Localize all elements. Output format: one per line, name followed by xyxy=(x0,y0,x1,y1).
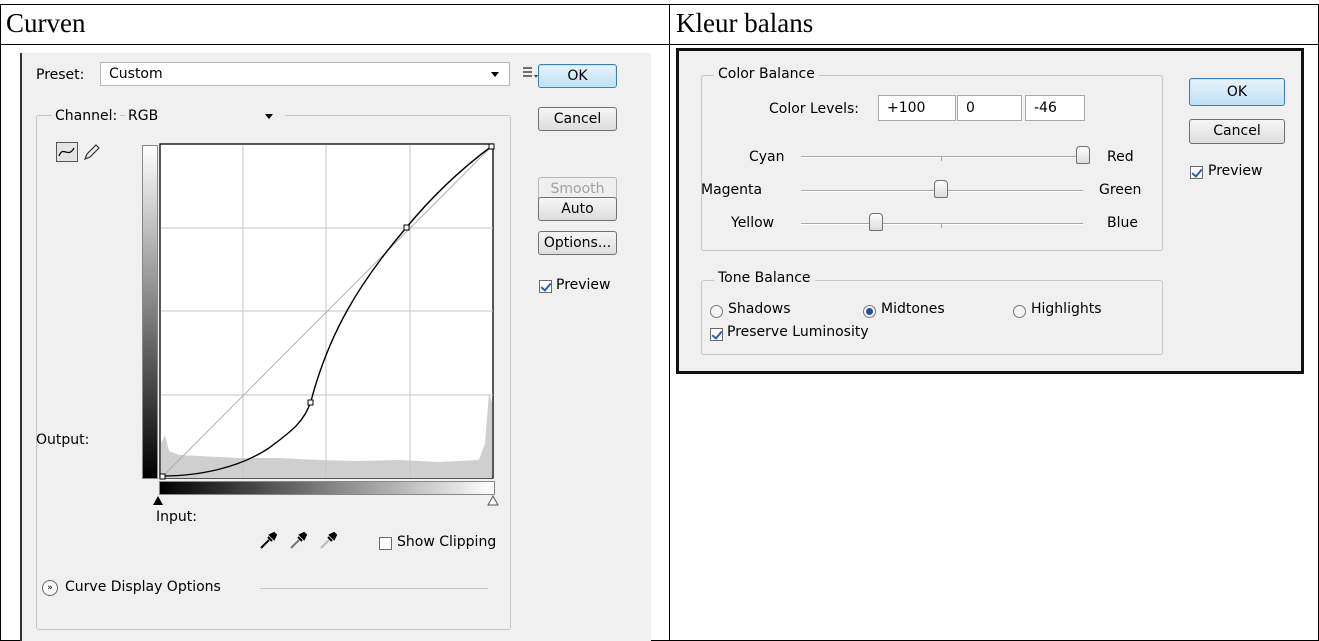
level-input-yellow-blue[interactable]: -46 xyxy=(1025,95,1085,121)
channel-value: RGB xyxy=(128,108,159,124)
radio-shadows[interactable] xyxy=(710,305,723,318)
color-balance-preview-checkbox[interactable] xyxy=(1190,166,1203,179)
pencil-icon[interactable] xyxy=(81,142,101,162)
preset-select[interactable]: Custom xyxy=(100,62,510,86)
white-eyedropper-icon[interactable] xyxy=(318,531,338,551)
slider-magenta-label: Magenta xyxy=(701,182,763,198)
tone-balance-group xyxy=(701,280,1163,355)
color-balance-preview-label: Preview xyxy=(1208,163,1263,179)
channel-label: Channel: xyxy=(52,108,121,124)
curve-point[interactable] xyxy=(307,399,314,406)
radio-midtones[interactable] xyxy=(863,305,876,318)
level-input-cyan-red[interactable]: +100 xyxy=(878,95,956,121)
auto-button[interactable]: Auto xyxy=(538,197,617,221)
preset-menu-icon[interactable] xyxy=(521,65,539,81)
curves-preview-checkbox[interactable] xyxy=(539,280,552,293)
color-levels-label: Color Levels: xyxy=(769,101,859,117)
color-balance-cancel-button[interactable]: Cancel xyxy=(1189,119,1285,144)
gray-eyedropper-icon[interactable] xyxy=(288,531,308,551)
show-clipping-label: Show Clipping xyxy=(397,534,497,550)
preset-label: Preset: xyxy=(36,67,85,83)
curve-graph[interactable] xyxy=(159,143,495,480)
input-label: Input: xyxy=(156,509,197,525)
curves-preview-label: Preview xyxy=(556,277,611,293)
curve-point[interactable] xyxy=(488,143,495,150)
slider-red-label: Red xyxy=(1107,149,1134,165)
radio-highlights[interactable] xyxy=(1013,305,1026,318)
slider-yellow-label: Yellow xyxy=(731,215,775,231)
cyan-red-track[interactable] xyxy=(801,156,1083,158)
magenta-green-slider-thumb[interactable] xyxy=(934,180,948,198)
curves-ok-button[interactable]: OK xyxy=(538,64,617,88)
black-point-slider[interactable] xyxy=(152,495,164,507)
preserve-luminosity-checkbox[interactable] xyxy=(710,328,723,341)
curves-cancel-button[interactable]: Cancel xyxy=(538,107,617,131)
highlights-label: Highlights xyxy=(1031,301,1102,317)
curve-icon xyxy=(58,147,75,157)
preserve-luminosity-label: Preserve Luminosity xyxy=(727,324,869,340)
output-label: Output: xyxy=(36,432,90,448)
cyan-red-slider-thumb[interactable] xyxy=(1076,146,1090,164)
color-balance-group-label: Color Balance xyxy=(714,66,819,82)
table-vertical-divider xyxy=(669,4,670,641)
table-header-divider xyxy=(0,44,1319,45)
yellow-blue-slider-thumb[interactable] xyxy=(869,213,883,231)
input-gradient-bar xyxy=(159,481,495,495)
tone-balance-group-label: Tone Balance xyxy=(714,270,815,286)
channel-select[interactable]: RGB xyxy=(125,105,285,127)
color-balance-column-header: Kleur balans xyxy=(676,8,814,38)
curves-column-header: Curven xyxy=(6,8,86,38)
chevron-down-icon xyxy=(491,72,499,77)
shadows-label: Shadows xyxy=(728,301,791,317)
curve-point-tool-button[interactable] xyxy=(56,142,78,162)
white-point-slider[interactable] xyxy=(487,495,499,507)
expand-chevron-icon[interactable]: » xyxy=(42,580,58,596)
yellow-blue-track[interactable] xyxy=(801,223,1083,225)
curve-display-options-label[interactable]: Curve Display Options xyxy=(65,579,221,595)
curve-display-divider xyxy=(260,588,488,589)
black-eyedropper-icon[interactable] xyxy=(258,531,278,551)
preset-value: Custom xyxy=(109,66,163,82)
midtones-label: Midtones xyxy=(881,301,945,317)
output-gradient-bar xyxy=(142,145,158,479)
options-button[interactable]: Options... xyxy=(538,231,617,255)
slider-blue-label: Blue xyxy=(1107,215,1138,231)
curves-dialog: Preset: Custom OK Cancel Smooth Auto Opt… xyxy=(20,53,651,641)
chevron-down-icon xyxy=(265,114,273,119)
color-balance-dialog: Color Balance Color Levels: +100 0 -46 C… xyxy=(676,48,1304,374)
slider-cyan-label: Cyan xyxy=(749,149,785,165)
cropped-caption-strip xyxy=(0,0,1319,3)
level-input-magenta-green[interactable]: 0 xyxy=(957,95,1022,121)
show-clipping-checkbox[interactable] xyxy=(379,537,392,550)
slider-green-label: Green xyxy=(1099,182,1142,198)
color-balance-ok-button[interactable]: OK xyxy=(1189,78,1285,106)
curve-point[interactable] xyxy=(403,224,410,231)
center-tick xyxy=(941,224,942,228)
center-tick xyxy=(941,157,942,161)
curve-point[interactable] xyxy=(159,473,166,480)
